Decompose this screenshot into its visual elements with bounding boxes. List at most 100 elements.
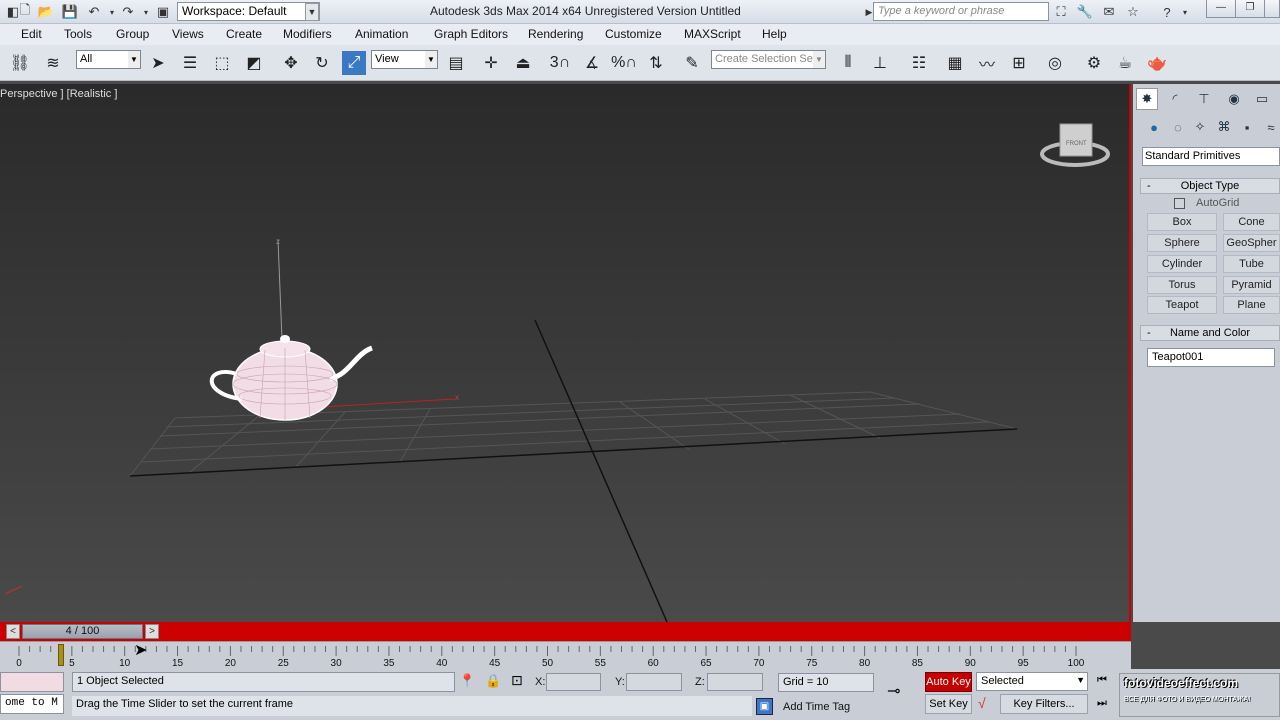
- scene-explorer-icon[interactable]: ▦: [943, 51, 967, 75]
- menu-rendering[interactable]: Rendering: [528, 27, 583, 41]
- key-tangent-icon[interactable]: √: [978, 695, 986, 711]
- y-coordinate-field[interactable]: [626, 673, 682, 691]
- reference-coordinate-dropdown[interactable]: View ▼: [371, 50, 438, 69]
- absolute-offset-mode-icon[interactable]: ⊡: [511, 672, 523, 689]
- angle-snap-icon[interactable]: ∡: [580, 51, 604, 75]
- set-key-button[interactable]: Set Key: [925, 694, 972, 714]
- menu-graph-editors[interactable]: Graph Editors: [434, 27, 508, 41]
- hierarchy-tab-icon[interactable]: ⊤: [1193, 88, 1215, 110]
- menu-group[interactable]: Group: [116, 27, 149, 41]
- maxscript-listener-mini[interactable]: [0, 672, 64, 692]
- rectangular-selection-icon[interactable]: ⬚: [210, 51, 234, 75]
- redo-dropdown-icon[interactable]: ▾: [137, 3, 155, 21]
- cone-button[interactable]: Cone: [1223, 213, 1280, 231]
- communication-center-icon[interactable]: ✉: [1100, 3, 1118, 21]
- x-coordinate-field[interactable]: [546, 673, 601, 691]
- snaps-toggle-icon[interactable]: 3 ∩: [548, 51, 572, 75]
- auto-key-button[interactable]: Auto Key: [925, 672, 972, 692]
- percent-snap-icon[interactable]: % ∩: [611, 51, 637, 75]
- keyboard-shortcut-override-icon[interactable]: ⏏: [511, 51, 535, 75]
- spinner-snap-icon[interactable]: ⇅: [644, 51, 668, 75]
- object-type-rollout[interactable]: - Object Type: [1140, 178, 1280, 194]
- menu-help[interactable]: Help: [762, 27, 787, 41]
- z-coordinate-field[interactable]: [707, 673, 763, 691]
- time-slider[interactable]: < 4 / 100 >: [0, 622, 1131, 641]
- undo-icon[interactable]: ↶: [85, 3, 103, 21]
- manage-layers-icon[interactable]: ☷: [907, 51, 931, 75]
- help-search-input[interactable]: Type a keyword or phrase: [873, 2, 1049, 21]
- menu-customize[interactable]: Customize: [605, 27, 662, 41]
- motion-tab-icon[interactable]: ◉: [1223, 88, 1245, 110]
- schematic-view-icon[interactable]: ⊞: [1007, 51, 1031, 75]
- cameras-icon[interactable]: ⌘: [1213, 116, 1235, 138]
- set-key-mode-icon[interactable]: ⊸: [887, 681, 900, 701]
- modify-tab-icon[interactable]: ◜: [1164, 88, 1186, 110]
- named-selection-set-dropdown[interactable]: Create Selection Se ▼: [711, 50, 826, 69]
- display-tab-icon[interactable]: ▭: [1251, 88, 1273, 110]
- minimize-button[interactable]: —: [1206, 0, 1236, 18]
- next-frame-arrow-icon[interactable]: >: [145, 624, 159, 639]
- selection-filter-dropdown[interactable]: All ▼: [76, 50, 141, 69]
- space-warps-icon[interactable]: ≈: [1260, 116, 1280, 138]
- geosphere-button[interactable]: GeoSpher: [1223, 234, 1280, 252]
- workspace-dropdown-arrow-icon[interactable]: ▼: [305, 3, 319, 21]
- unlink-icon[interactable]: ≋: [41, 51, 65, 75]
- select-and-move-icon[interactable]: ✥: [279, 51, 303, 75]
- object-name-field[interactable]: Teapot001: [1147, 348, 1275, 367]
- helpers-icon[interactable]: ▪: [1236, 116, 1258, 138]
- time-tag-icon[interactable]: ▣: [756, 698, 773, 715]
- autogrid-checkbox[interactable]: [1174, 198, 1185, 209]
- render-setup-icon[interactable]: ⚙: [1082, 51, 1106, 75]
- window-crossing-icon[interactable]: ◩: [242, 51, 266, 75]
- track-bar[interactable]: 0 5 10 15 20 25 30 35 40 45 50 55 60 65 70 75 80 85 90 95 10…: [0, 641, 1131, 669]
- viewcube[interactable]: FRONT: [1040, 123, 1110, 167]
- select-object-icon[interactable]: ➤: [146, 51, 170, 75]
- lights-icon[interactable]: ✧: [1189, 116, 1211, 138]
- isolate-selection-icon[interactable]: 📍: [459, 673, 475, 689]
- pivot-center-icon[interactable]: ▤: [444, 51, 468, 75]
- teapot-object[interactable]: [209, 335, 374, 421]
- teapot-button[interactable]: Teapot: [1147, 296, 1217, 314]
- save-file-icon[interactable]: 💾: [61, 3, 79, 21]
- menu-edit[interactable]: Edit: [21, 27, 42, 41]
- subscription-icon[interactable]: 🔧: [1076, 3, 1094, 21]
- new-file-icon[interactable]: 🗋: [16, 2, 34, 21]
- workspace-dropdown[interactable]: Workspace: Default: [177, 2, 320, 21]
- select-by-name-icon[interactable]: ☰: [178, 51, 202, 75]
- previous-frame-arrow-icon[interactable]: <: [6, 624, 20, 639]
- favorites-star-icon[interactable]: ☆: [1124, 3, 1142, 21]
- redo-icon[interactable]: ↷: [119, 3, 137, 21]
- go-to-start-icon[interactable]: ⏮: [1097, 674, 1107, 687]
- cylinder-button[interactable]: Cylinder: [1147, 255, 1217, 273]
- geometry-icon[interactable]: ●: [1143, 116, 1165, 138]
- render-production-icon[interactable]: 🫖: [1145, 51, 1169, 75]
- plane-button[interactable]: Plane: [1223, 296, 1280, 314]
- help-icon[interactable]: ?: [1158, 3, 1176, 21]
- open-file-icon[interactable]: 📂: [37, 3, 55, 21]
- pyramid-button[interactable]: Pyramid: [1223, 276, 1280, 294]
- maximize-button[interactable]: ❐: [1235, 0, 1265, 18]
- close-button[interactable]: [1264, 0, 1280, 18]
- key-filters-button[interactable]: Key Filters...: [1000, 694, 1088, 714]
- playback-controls-icon[interactable]: ⏭: [1097, 697, 1107, 710]
- selection-lock-icon[interactable]: 🔒: [485, 673, 501, 689]
- menu-views[interactable]: Views: [172, 27, 204, 41]
- mirror-icon[interactable]: ⫴: [836, 51, 860, 75]
- tube-button[interactable]: Tube: [1223, 255, 1280, 273]
- align-icon[interactable]: ⊥: [868, 51, 892, 75]
- select-manipulate-icon[interactable]: ✛: [479, 51, 503, 75]
- name-and-color-rollout[interactable]: - Name and Color: [1140, 325, 1280, 341]
- create-tab-icon[interactable]: ✸: [1136, 88, 1158, 110]
- binoculars-icon[interactable]: ⛶: [1052, 3, 1070, 21]
- box-button[interactable]: Box: [1147, 213, 1217, 231]
- sphere-button[interactable]: Sphere: [1147, 234, 1217, 252]
- menu-animation[interactable]: Animation: [355, 27, 408, 41]
- add-time-tag-label[interactable]: Add Time Tag: [783, 701, 850, 713]
- curve-editor-icon[interactable]: 〰: [975, 51, 999, 75]
- time-slider-handle[interactable]: 4 / 100: [22, 624, 143, 639]
- perspective-viewport[interactable]: Perspective ] [Realistic ] z x FRONT: [0, 84, 1131, 622]
- maxscript-listener-output[interactable]: ome to M: [0, 694, 64, 714]
- menu-maxscript[interactable]: MAXScript: [684, 27, 741, 41]
- select-and-link-icon[interactable]: ⛓: [8, 51, 32, 75]
- select-and-rotate-icon[interactable]: ↻: [310, 51, 334, 75]
